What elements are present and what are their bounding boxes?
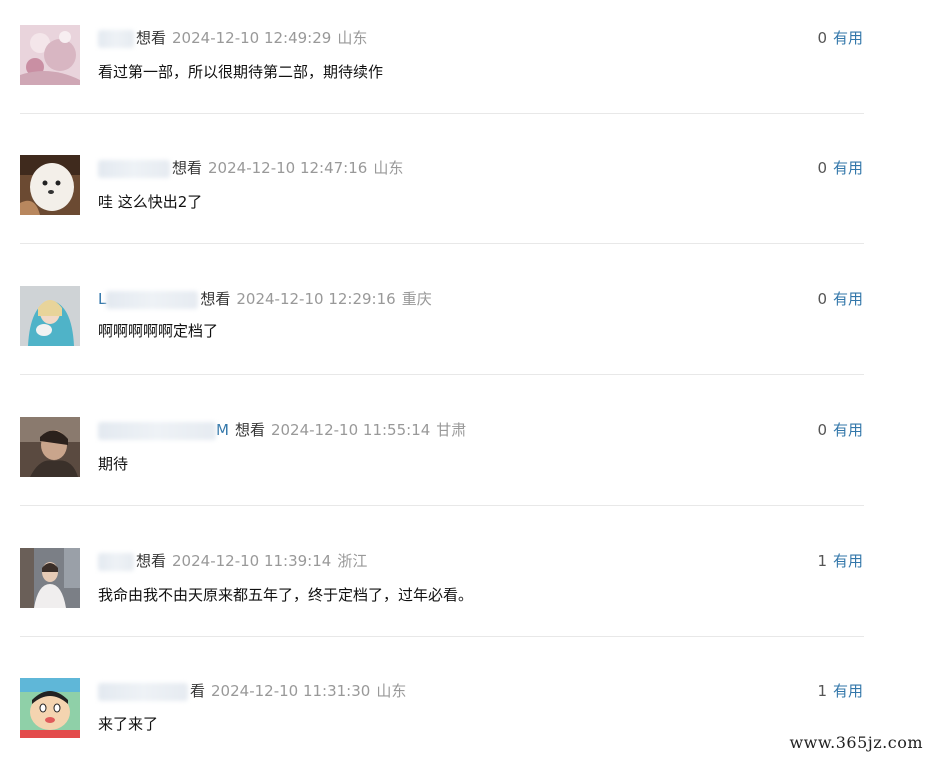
watermark: www.365jz.com xyxy=(789,733,923,752)
vote-area: 0 有用 xyxy=(817,27,863,49)
comment-time: 2024-12-10 11:39:14 xyxy=(172,552,332,570)
comment-location: 山东 xyxy=(337,29,368,47)
useful-button[interactable]: 有用 xyxy=(833,290,863,308)
vote-area: 0 有用 xyxy=(817,157,863,179)
comment-item: 看 2024-12-10 11:31:30 山东 1 有用 来了来了 xyxy=(0,653,931,784)
useful-button[interactable]: 有用 xyxy=(833,29,863,47)
comment-location: 重庆 xyxy=(401,290,432,308)
comment-time: 2024-12-10 12:47:16 xyxy=(208,159,368,177)
comment-text: 来了来了 xyxy=(98,715,159,733)
divider xyxy=(20,505,864,506)
vote-area: 1 有用 xyxy=(817,680,863,702)
comment-meta: 想看 2024-12-10 11:39:14 浙江 xyxy=(98,550,367,572)
vote-count: 0 xyxy=(817,29,827,47)
username-link[interactable] xyxy=(98,550,134,572)
vote-count: 1 xyxy=(817,682,827,700)
comment-location: 甘肃 xyxy=(436,421,467,439)
divider xyxy=(20,374,864,375)
divider xyxy=(20,113,864,114)
comment-location: 山东 xyxy=(373,159,404,177)
avatar[interactable] xyxy=(20,155,80,215)
comment-time: 2024-12-10 12:49:29 xyxy=(172,29,332,47)
username-link[interactable] xyxy=(98,680,188,702)
username-link[interactable] xyxy=(98,157,170,179)
username-link[interactable]: M xyxy=(98,419,229,441)
divider xyxy=(20,636,864,637)
username-link[interactable] xyxy=(98,27,134,49)
comment-item: 想看 2024-12-10 11:39:14 浙江 1 有用 我命由我不由天原来都… xyxy=(0,523,931,654)
comment-item: 想看 2024-12-10 12:49:29 山东 0 有用 看过第一部，所以很期… xyxy=(0,0,931,131)
username-link[interactable]: L xyxy=(98,288,199,310)
comment-time: 2024-12-10 11:55:14 xyxy=(270,421,431,439)
comment-location: 浙江 xyxy=(337,552,368,570)
vote-count: 0 xyxy=(817,421,827,439)
comment-text: 期待 xyxy=(98,455,129,473)
comment-text: 哇 这么快出2了 xyxy=(98,193,203,211)
comment-time: 2024-12-10 12:29:16 xyxy=(236,290,396,308)
avatar[interactable] xyxy=(20,286,80,346)
comment-item: L 想看 2024-12-10 12:29:16 重庆 0 有用 啊啊啊啊啊定档了 xyxy=(0,261,931,392)
comment-text: 我命由我不由天原来都五年了，终于定档了，过年必看。 xyxy=(98,586,474,604)
comment-meta: M 想看 2024-12-10 11:55:14 甘肃 xyxy=(98,419,466,441)
vote-count: 1 xyxy=(817,552,827,570)
comment-text: 看过第一部，所以很期待第二部，期待续作 xyxy=(98,63,384,81)
vote-count: 0 xyxy=(817,159,827,177)
comment-meta: 想看 2024-12-10 12:49:29 山东 xyxy=(98,27,367,49)
vote-count: 0 xyxy=(817,290,827,308)
useful-button[interactable]: 有用 xyxy=(833,682,863,700)
comment-item: M 想看 2024-12-10 11:55:14 甘肃 0 有用 期待 xyxy=(0,392,931,523)
comment-time: 2024-12-10 11:31:30 xyxy=(211,682,371,700)
vote-area: 0 有用 xyxy=(817,288,863,310)
useful-button[interactable]: 有用 xyxy=(833,421,863,439)
avatar[interactable] xyxy=(20,678,80,738)
comment-meta: 看 2024-12-10 11:31:30 山东 xyxy=(98,680,406,702)
avatar[interactable] xyxy=(20,548,80,608)
watch-status: 看 xyxy=(190,682,206,700)
comment-location: 山东 xyxy=(376,682,407,700)
vote-area: 0 有用 xyxy=(817,419,863,441)
useful-button[interactable]: 有用 xyxy=(833,159,863,177)
vote-area: 1 有用 xyxy=(817,550,863,572)
divider xyxy=(20,243,864,244)
useful-button[interactable]: 有用 xyxy=(833,552,863,570)
avatar[interactable] xyxy=(20,25,80,85)
avatar[interactable] xyxy=(20,417,80,477)
comment-meta: 想看 2024-12-10 12:47:16 山东 xyxy=(98,157,403,179)
comment-meta: L 想看 2024-12-10 12:29:16 重庆 xyxy=(98,288,432,310)
watch-status: 想看 xyxy=(234,421,265,439)
watch-status: 想看 xyxy=(136,552,167,570)
comment-item: 想看 2024-12-10 12:47:16 山东 0 有用 哇 这么快出2了 xyxy=(0,130,931,261)
watch-status: 想看 xyxy=(136,29,167,47)
watch-status: 想看 xyxy=(172,159,203,177)
watch-status: 想看 xyxy=(200,290,231,308)
comment-text: 啊啊啊啊啊定档了 xyxy=(98,322,219,340)
